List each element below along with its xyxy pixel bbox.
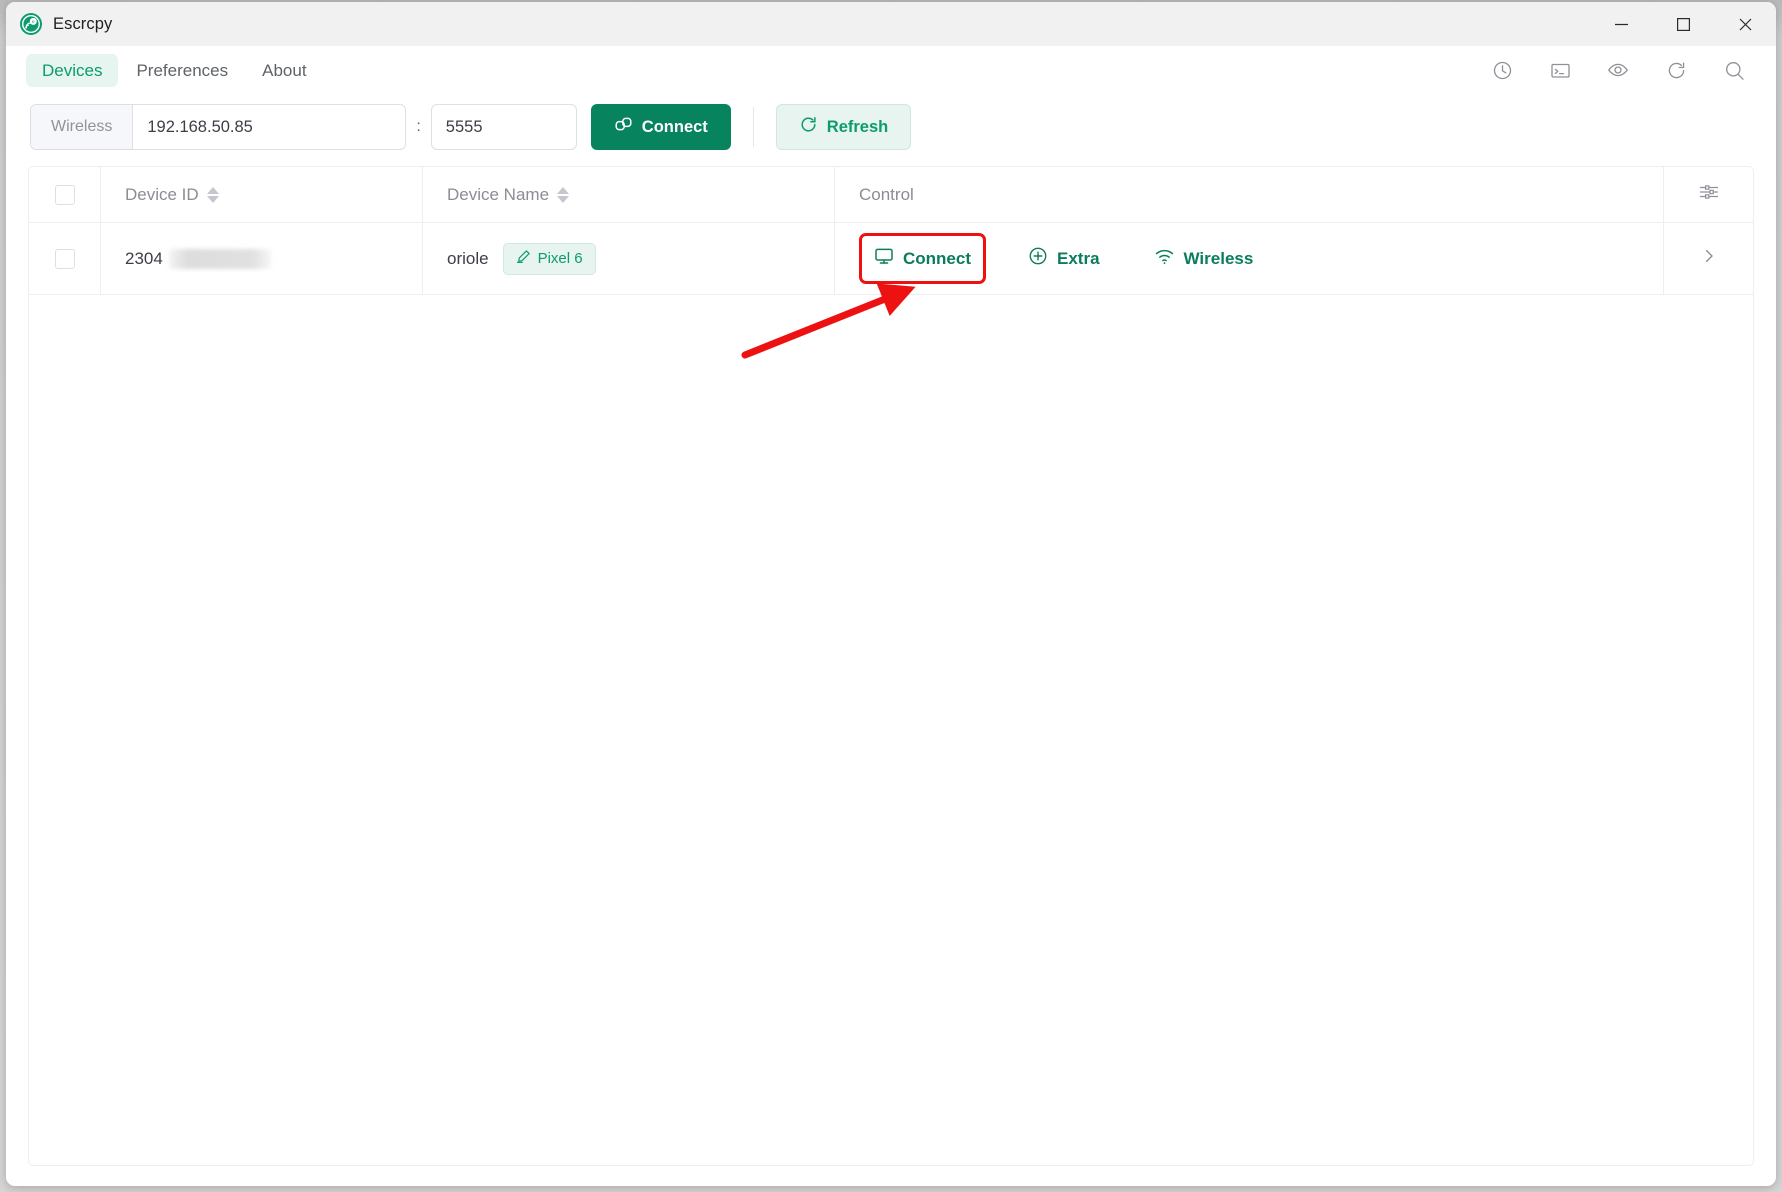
row-wireless-button[interactable]: Wireless: [1142, 236, 1266, 282]
terminal-icon[interactable]: [1548, 58, 1572, 82]
device-id-value: 2304: [125, 248, 163, 268]
row-connect-button[interactable]: Connect: [862, 236, 983, 281]
select-all-checkbox[interactable]: [54, 184, 75, 205]
connection-bar: Wireless : Connect: [6, 94, 1776, 166]
tab-preferences[interactable]: Preferences: [120, 54, 244, 87]
row-connect-highlight-wrapper: Connect: [859, 233, 986, 284]
cell-device-id: 2304: [101, 223, 423, 294]
window-controls: [1590, 2, 1776, 46]
table-header-row: Device ID Device Name Control: [29, 167, 1753, 223]
app-title: Escrcpy: [53, 14, 113, 33]
svg-text:e: e: [32, 19, 35, 24]
host-input[interactable]: [133, 105, 406, 149]
minimize-icon[interactable]: [1590, 2, 1652, 46]
tab-list: Devices Preferences About: [26, 53, 323, 87]
desktop-background: e Escrcpy Devices Preferences About Wire…: [0, 0, 1782, 1192]
eye-icon[interactable]: [1606, 58, 1630, 82]
tab-bar: Devices Preferences About: [6, 46, 1776, 94]
table-settings-button[interactable]: [1663, 167, 1753, 222]
refresh-button[interactable]: Refresh: [775, 104, 912, 150]
wifi-icon: [1154, 246, 1175, 272]
column-label-device-name: Device Name: [447, 184, 550, 204]
refresh-button-label: Refresh: [826, 117, 889, 136]
pencil-icon: [516, 249, 531, 268]
row-connect-label: Connect: [903, 248, 971, 268]
connection-mode-label: Wireless: [31, 105, 134, 149]
toolbar-divider: [752, 107, 754, 147]
escrcpy-logo-icon: e: [20, 13, 42, 35]
column-header-device-name[interactable]: Device Name: [423, 167, 835, 222]
refresh-icon[interactable]: [1664, 58, 1688, 82]
row-select-cell[interactable]: [29, 223, 101, 294]
plus-circle-icon: [1028, 246, 1048, 271]
link-icon: [614, 115, 633, 139]
port-input[interactable]: [430, 104, 577, 150]
device-id-redacted-blur: [168, 248, 271, 269]
row-wireless-label: Wireless: [1183, 248, 1254, 268]
row-expand-button[interactable]: [1663, 223, 1753, 294]
history-icon[interactable]: [1490, 58, 1514, 82]
device-nickname-label: Pixel 6: [537, 250, 583, 267]
device-nickname-tag[interactable]: Pixel 6: [502, 242, 596, 275]
row-extra-label: Extra: [1057, 248, 1100, 268]
row-checkbox[interactable]: [54, 248, 75, 269]
refresh-icon: [799, 115, 818, 139]
tab-devices[interactable]: Devices: [26, 53, 119, 87]
sliders-icon: [1698, 181, 1720, 208]
toolbar-icons: [1490, 58, 1754, 82]
monitor-icon: [874, 246, 894, 271]
device-table: Device ID Device Name Control 2304 oriol…: [28, 166, 1754, 1166]
maximize-icon[interactable]: [1652, 2, 1714, 46]
column-header-control: Control: [835, 167, 1663, 222]
column-label-control: Control: [859, 184, 914, 204]
table-row[interactable]: 2304 oriole Pixel 6 Connect Extra Wirele…: [29, 223, 1753, 295]
select-all-cell[interactable]: [29, 167, 101, 222]
search-icon[interactable]: [1722, 58, 1746, 82]
connect-button[interactable]: Connect: [590, 104, 731, 150]
connect-button-label: Connect: [641, 117, 708, 136]
device-name-value: oriole: [447, 248, 489, 268]
close-icon[interactable]: [1714, 2, 1776, 46]
row-extra-button[interactable]: Extra: [1016, 236, 1112, 281]
tab-about[interactable]: About: [246, 54, 322, 87]
escrcpy-window: e Escrcpy Devices Preferences About Wire…: [6, 2, 1776, 1186]
host-input-group: Wireless: [30, 104, 407, 150]
sort-toggle-device-name[interactable]: [557, 186, 570, 203]
title-bar: e Escrcpy: [6, 2, 1776, 46]
cell-control: Connect Extra Wireless: [835, 223, 1663, 294]
sort-toggle-device-id[interactable]: [206, 186, 219, 203]
chevron-right-icon: [1700, 247, 1718, 270]
cell-device-name: oriole Pixel 6: [423, 223, 835, 294]
column-label-device-id: Device ID: [125, 184, 199, 204]
host-port-separator: :: [416, 118, 421, 135]
table-body: 2304 oriole Pixel 6 Connect Extra Wirele…: [29, 223, 1753, 1165]
column-header-device-id[interactable]: Device ID: [101, 167, 423, 222]
